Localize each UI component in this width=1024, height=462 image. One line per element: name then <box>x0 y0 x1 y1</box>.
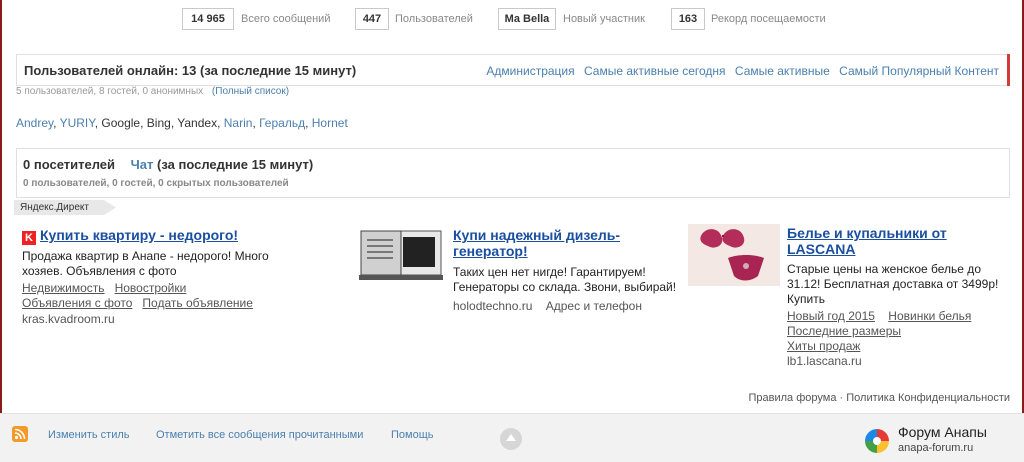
ad-title[interactable]: Белье и купальники от LASCANA <box>787 225 1002 257</box>
page-footer: Изменить стиль Отметить все сообщения пр… <box>0 413 1024 462</box>
ad-domain: kras.kvadroom.ru <box>22 312 115 326</box>
ad-domain: holodtechno.ru <box>453 299 533 313</box>
link-most-active[interactable]: Самые активные <box>735 64 830 78</box>
online-users-links: Администрация Самые активные сегодня Сам… <box>480 64 999 78</box>
online-user[interactable]: YURIY <box>60 116 95 130</box>
ad-sitelink[interactable]: Последние размеры <box>787 324 901 338</box>
stat-users-value: 447 <box>355 8 389 30</box>
ad-generator: Купи надежный дизель-генератор! Таких це… <box>453 227 678 313</box>
visitors-summary: 0 пользователей, 0 гостей, 0 скрытых пол… <box>23 178 289 189</box>
link-administration[interactable]: Администрация <box>486 64 574 78</box>
help-link[interactable]: Помощь <box>391 429 434 441</box>
ad-sitelink[interactable]: Новостройки <box>115 281 187 295</box>
kvadroom-icon: K <box>22 231 36 245</box>
ad-sitelink[interactable]: Хиты продаж <box>787 339 860 353</box>
change-style-link[interactable]: Изменить стиль <box>48 429 130 441</box>
ad-text: Таких цен нет нигде! Гарантируем! Генера… <box>453 265 677 294</box>
scroll-to-top-icon[interactable] <box>500 428 522 450</box>
ad-title[interactable]: Купи надежный дизель-генератор! <box>453 227 678 259</box>
online-bot: Yandex <box>177 116 218 130</box>
forum-logo-icon <box>865 429 889 453</box>
ad-address-link[interactable]: Адрес и телефон <box>546 299 642 313</box>
chat-visitors-panel: 0 посетителей Чат (за последние 15 минут… <box>16 148 1010 198</box>
online-user[interactable]: Hornet <box>312 116 348 130</box>
generator-image[interactable] <box>355 225 447 285</box>
full-list-link[interactable]: (Полный список) <box>212 86 289 97</box>
rss-icon[interactable] <box>12 426 28 442</box>
legal-separator: · <box>839 392 844 404</box>
link-popular-content[interactable]: Самый Популярный Контент <box>839 64 999 78</box>
ad-domain: lb1.lascana.ru <box>787 354 862 368</box>
online-bot: Bing <box>146 116 171 130</box>
ad-sitelink[interactable]: Новинки белья <box>888 309 971 323</box>
privacy-policy-link[interactable]: Политика Конфиденциальности <box>846 392 1010 404</box>
brand-name: Форум Анапы <box>898 424 987 440</box>
brand-url: anapa-forum.ru <box>898 442 974 454</box>
link-most-active-today[interactable]: Самые активные сегодня <box>584 64 726 78</box>
stat-record-label: Рекорд посещаемости <box>711 13 826 25</box>
stat-posts-value: 14 965 <box>182 8 234 30</box>
online-summary-text: 5 пользователей, 8 гостей, 0 анонимных <box>16 86 204 97</box>
visitors-count: 0 посетителей <box>23 157 116 172</box>
ad-text: Продажа квартир в Анапе - недорого! Мног… <box>22 249 269 278</box>
ad-sitelink[interactable]: Объявления с фото <box>22 296 132 310</box>
forum-rules-link[interactable]: Правила форума <box>749 392 837 404</box>
site-brand[interactable]: Форум Анапы anapa-forum.ru <box>862 424 1012 458</box>
panel-accent-bar <box>1007 54 1010 86</box>
ad-sitelink[interactable]: Новый год 2015 <box>787 309 875 323</box>
ad-text: Старые цены на женское белье до 31.12! Б… <box>787 262 999 306</box>
online-summary: 5 пользователей, 8 гостей, 0 анонимных (… <box>16 86 289 97</box>
stat-users-label: Пользователей <box>395 13 473 25</box>
ad-kvartira: K Купить квартиру - недорого! Продажа ква… <box>22 227 312 326</box>
online-users-list: Andrey, YURIY, Google, Bing, Yandex, Nar… <box>16 116 348 130</box>
ad-title[interactable]: Купить квартиру - недорого! <box>40 227 238 243</box>
lingerie-image[interactable] <box>688 224 780 286</box>
stat-record-value: 163 <box>671 8 705 30</box>
forum-stats: 14 965 Всего сообщений 447 Пользователей… <box>0 8 1024 30</box>
stat-newest-label: Новый участник <box>563 13 645 25</box>
ad-lascana: Белье и купальники от LASCANA Старые цен… <box>787 225 1002 368</box>
online-user[interactable]: Narin <box>224 116 253 130</box>
ad-sitelink[interactable]: Недвижимость <box>22 281 105 295</box>
page-border-left <box>0 0 2 461</box>
stat-newest-member[interactable]: Ma Bella <box>498 8 556 30</box>
online-users-title: Пользователей онлайн: 13 (за последние 1… <box>24 63 357 78</box>
online-users-panel: Пользователей онлайн: 13 (за последние 1… <box>16 54 1010 86</box>
chat-link[interactable]: Чат <box>131 157 154 172</box>
online-user[interactable]: Andrey <box>16 116 53 130</box>
yandex-direct-label[interactable]: Яндекс.Директ <box>14 200 116 215</box>
chat-visitors-title: 0 посетителей Чат (за последние 15 минут… <box>23 157 313 172</box>
online-bot: Google <box>101 116 141 130</box>
mark-all-read-link[interactable]: Отметить все сообщения прочитанными <box>156 429 363 441</box>
online-user[interactable]: Геральд <box>259 116 305 130</box>
forum-page: 14 965 Всего сообщений 447 Пользователей… <box>0 0 1024 462</box>
ad-sitelink[interactable]: Подать объявление <box>142 296 252 310</box>
stat-posts-label: Всего сообщений <box>241 13 331 25</box>
visitors-period: (за последние 15 минут) <box>157 157 314 172</box>
legal-links: Правила форума · Политика Конфиденциальн… <box>749 392 1011 404</box>
